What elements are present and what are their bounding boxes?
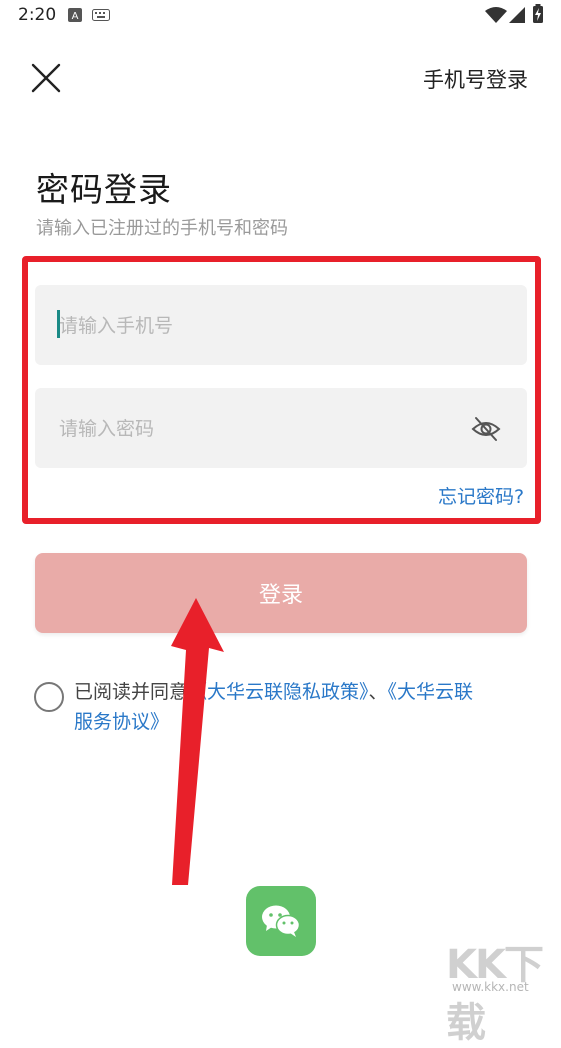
page-title: 密码登录	[36, 170, 172, 209]
agreement-text: 已阅读并同意《大华云联隐私政策》、《大华云联服务协议》	[74, 677, 534, 737]
keyboard-icon	[92, 9, 110, 21]
agree-checkbox[interactable]	[34, 682, 64, 712]
watermark-url: www.kkx.net	[452, 980, 529, 994]
cellular-signal-icon	[509, 7, 525, 23]
wechat-login-button[interactable]	[246, 886, 316, 956]
phone-login-link[interactable]: 手机号登录	[423, 64, 528, 94]
svg-text:A: A	[72, 11, 79, 22]
highlight-box	[22, 256, 541, 524]
service-agreement-link-part2[interactable]: 服务协议》	[74, 711, 169, 733]
close-icon[interactable]	[28, 60, 64, 96]
agreement-prefix: 已阅读并同意	[74, 681, 189, 703]
service-agreement-link-part1[interactable]: 《大华云联	[388, 681, 474, 703]
privacy-policy-link[interactable]: 《大华云联隐私政策》	[188, 681, 369, 703]
page-subtitle: 请输入已注册过的手机号和密码	[36, 218, 288, 239]
status-time: 2:20	[18, 5, 57, 25]
login-button[interactable]: 登录	[35, 553, 527, 633]
agreement-separator: 、	[368, 681, 388, 703]
wifi-icon	[485, 7, 507, 23]
wechat-icon	[262, 905, 301, 937]
a-badge-icon: A	[68, 8, 82, 22]
battery-charging-icon	[533, 4, 543, 23]
